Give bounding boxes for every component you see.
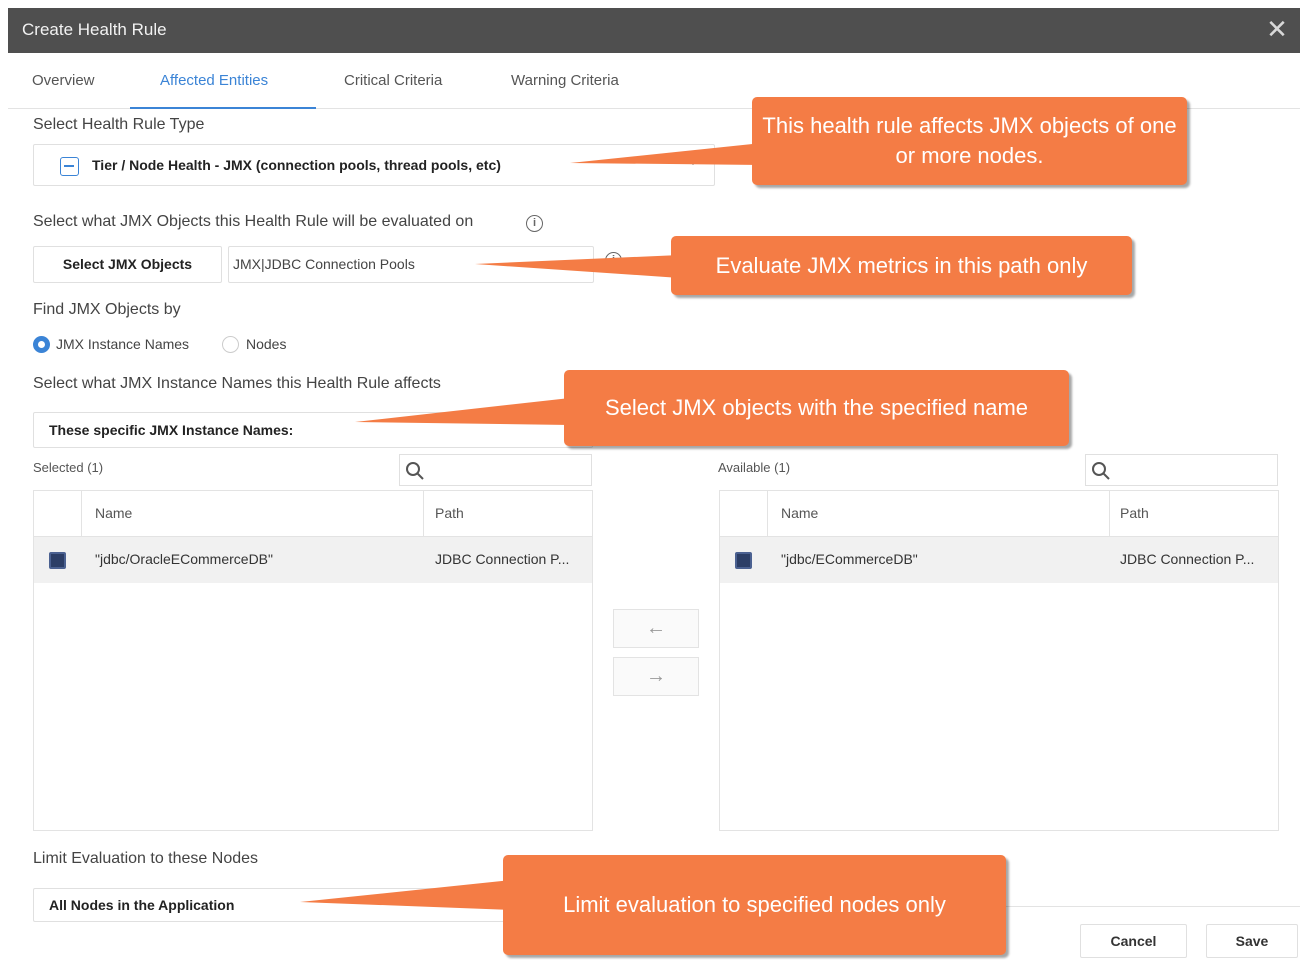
footer-divider <box>983 906 1300 907</box>
tab-warning-criteria[interactable]: Warning Criteria <box>511 53 619 109</box>
instance-names-value: These specific JMX Instance Names: <box>49 422 294 438</box>
search-icon <box>1092 462 1110 480</box>
jmx-path-field[interactable]: JMX|JDBC Connection Pools <box>228 246 594 283</box>
select-jmx-objects-button[interactable]: Select JMX Objects <box>33 246 222 283</box>
path-info-icon[interactable]: i <box>605 252 622 269</box>
callout-names: Select JMX objects with the specified na… <box>564 370 1069 446</box>
selected-count-label: Selected (1) <box>33 460 104 475</box>
column-divider <box>767 491 768 537</box>
limit-nodes-value: All Nodes in the Application <box>49 897 235 913</box>
instance-names-label: Select what JMX Instance Names this Heal… <box>33 375 441 392</box>
column-divider <box>423 491 424 537</box>
info-icon[interactable]: i <box>526 215 543 232</box>
dialog-title-bar: Create Health Rule ✕ <box>8 8 1300 53</box>
table-row[interactable]: "jdbc/ECommerceDB" JDBC Connection P... <box>720 537 1278 583</box>
available-table: Name Path "jdbc/ECommerceDB" JDBC Connec… <box>719 490 1279 831</box>
dialog-title: Create Health Rule <box>22 20 167 39</box>
tab-overview[interactable]: Overview <box>32 53 95 109</box>
cancel-button[interactable]: Cancel <box>1080 924 1187 958</box>
available-search-input[interactable] <box>1085 454 1278 486</box>
row-path: JDBC Connection P... <box>1120 551 1255 567</box>
radio-jmx-instance-names[interactable] <box>33 336 50 353</box>
callout-path: Evaluate JMX metrics in this path only <box>671 236 1132 295</box>
row-name: "jdbc/OracleECommerceDB" <box>95 551 273 567</box>
column-header-name[interactable]: Name <box>95 505 132 521</box>
callout-rule-type: This health rule affects JMX objects of … <box>752 97 1187 185</box>
close-icon[interactable]: ✕ <box>1262 14 1292 44</box>
move-right-button[interactable]: → <box>613 657 699 696</box>
table-row[interactable]: "jdbc/OracleECommerceDB" JDBC Connection… <box>34 537 592 583</box>
rule-type-icon <box>60 157 79 176</box>
jmx-objects-label: Select what JMX Objects this Health Rule… <box>33 213 474 230</box>
radio-nodes[interactable] <box>222 336 239 353</box>
tab-critical-criteria[interactable]: Critical Criteria <box>344 53 442 109</box>
radio-nodes-label: Nodes <box>246 336 287 352</box>
chevron-down-icon <box>688 159 698 165</box>
rule-type-value: Tier / Node Health - JMX (connection poo… <box>92 157 501 173</box>
save-button[interactable]: Save <box>1206 924 1298 958</box>
column-header-path[interactable]: Path <box>435 505 464 521</box>
available-count-label: Available (1) <box>718 460 791 475</box>
column-header-name[interactable]: Name <box>781 505 818 521</box>
search-icon <box>406 462 424 480</box>
row-checkbox[interactable] <box>735 552 752 569</box>
selected-table: Name Path "jdbc/OracleECommerceDB" JDBC … <box>33 490 593 831</box>
selected-table-header: Name Path <box>34 491 592 537</box>
row-path: JDBC Connection P... <box>435 551 570 567</box>
column-divider <box>81 491 82 537</box>
radio-jmx-instance-names-label: JMX Instance Names <box>56 336 190 352</box>
callout-nodes: Limit evaluation to specified nodes only <box>503 855 1006 955</box>
limit-nodes-label: Limit Evaluation to these Nodes <box>33 850 259 867</box>
tab-affected-entities[interactable]: Affected Entities <box>160 53 268 109</box>
find-by-label: Find JMX Objects by <box>33 301 181 318</box>
column-divider <box>1109 491 1110 537</box>
row-name: "jdbc/ECommerceDB" <box>781 551 918 567</box>
instance-names-select[interactable]: These specific JMX Instance Names: <box>33 412 593 448</box>
move-left-button[interactable]: ← <box>613 609 699 648</box>
rule-type-select[interactable]: Tier / Node Health - JMX (connection poo… <box>33 144 715 186</box>
selected-search-input[interactable] <box>399 454 592 486</box>
row-checkbox[interactable] <box>49 552 66 569</box>
available-table-header: Name Path <box>720 491 1278 537</box>
column-header-path[interactable]: Path <box>1120 505 1149 521</box>
rule-type-label: Select Health Rule Type <box>33 116 205 133</box>
limit-nodes-select[interactable]: All Nodes in the Application <box>33 888 513 922</box>
active-tab-indicator <box>130 107 316 109</box>
